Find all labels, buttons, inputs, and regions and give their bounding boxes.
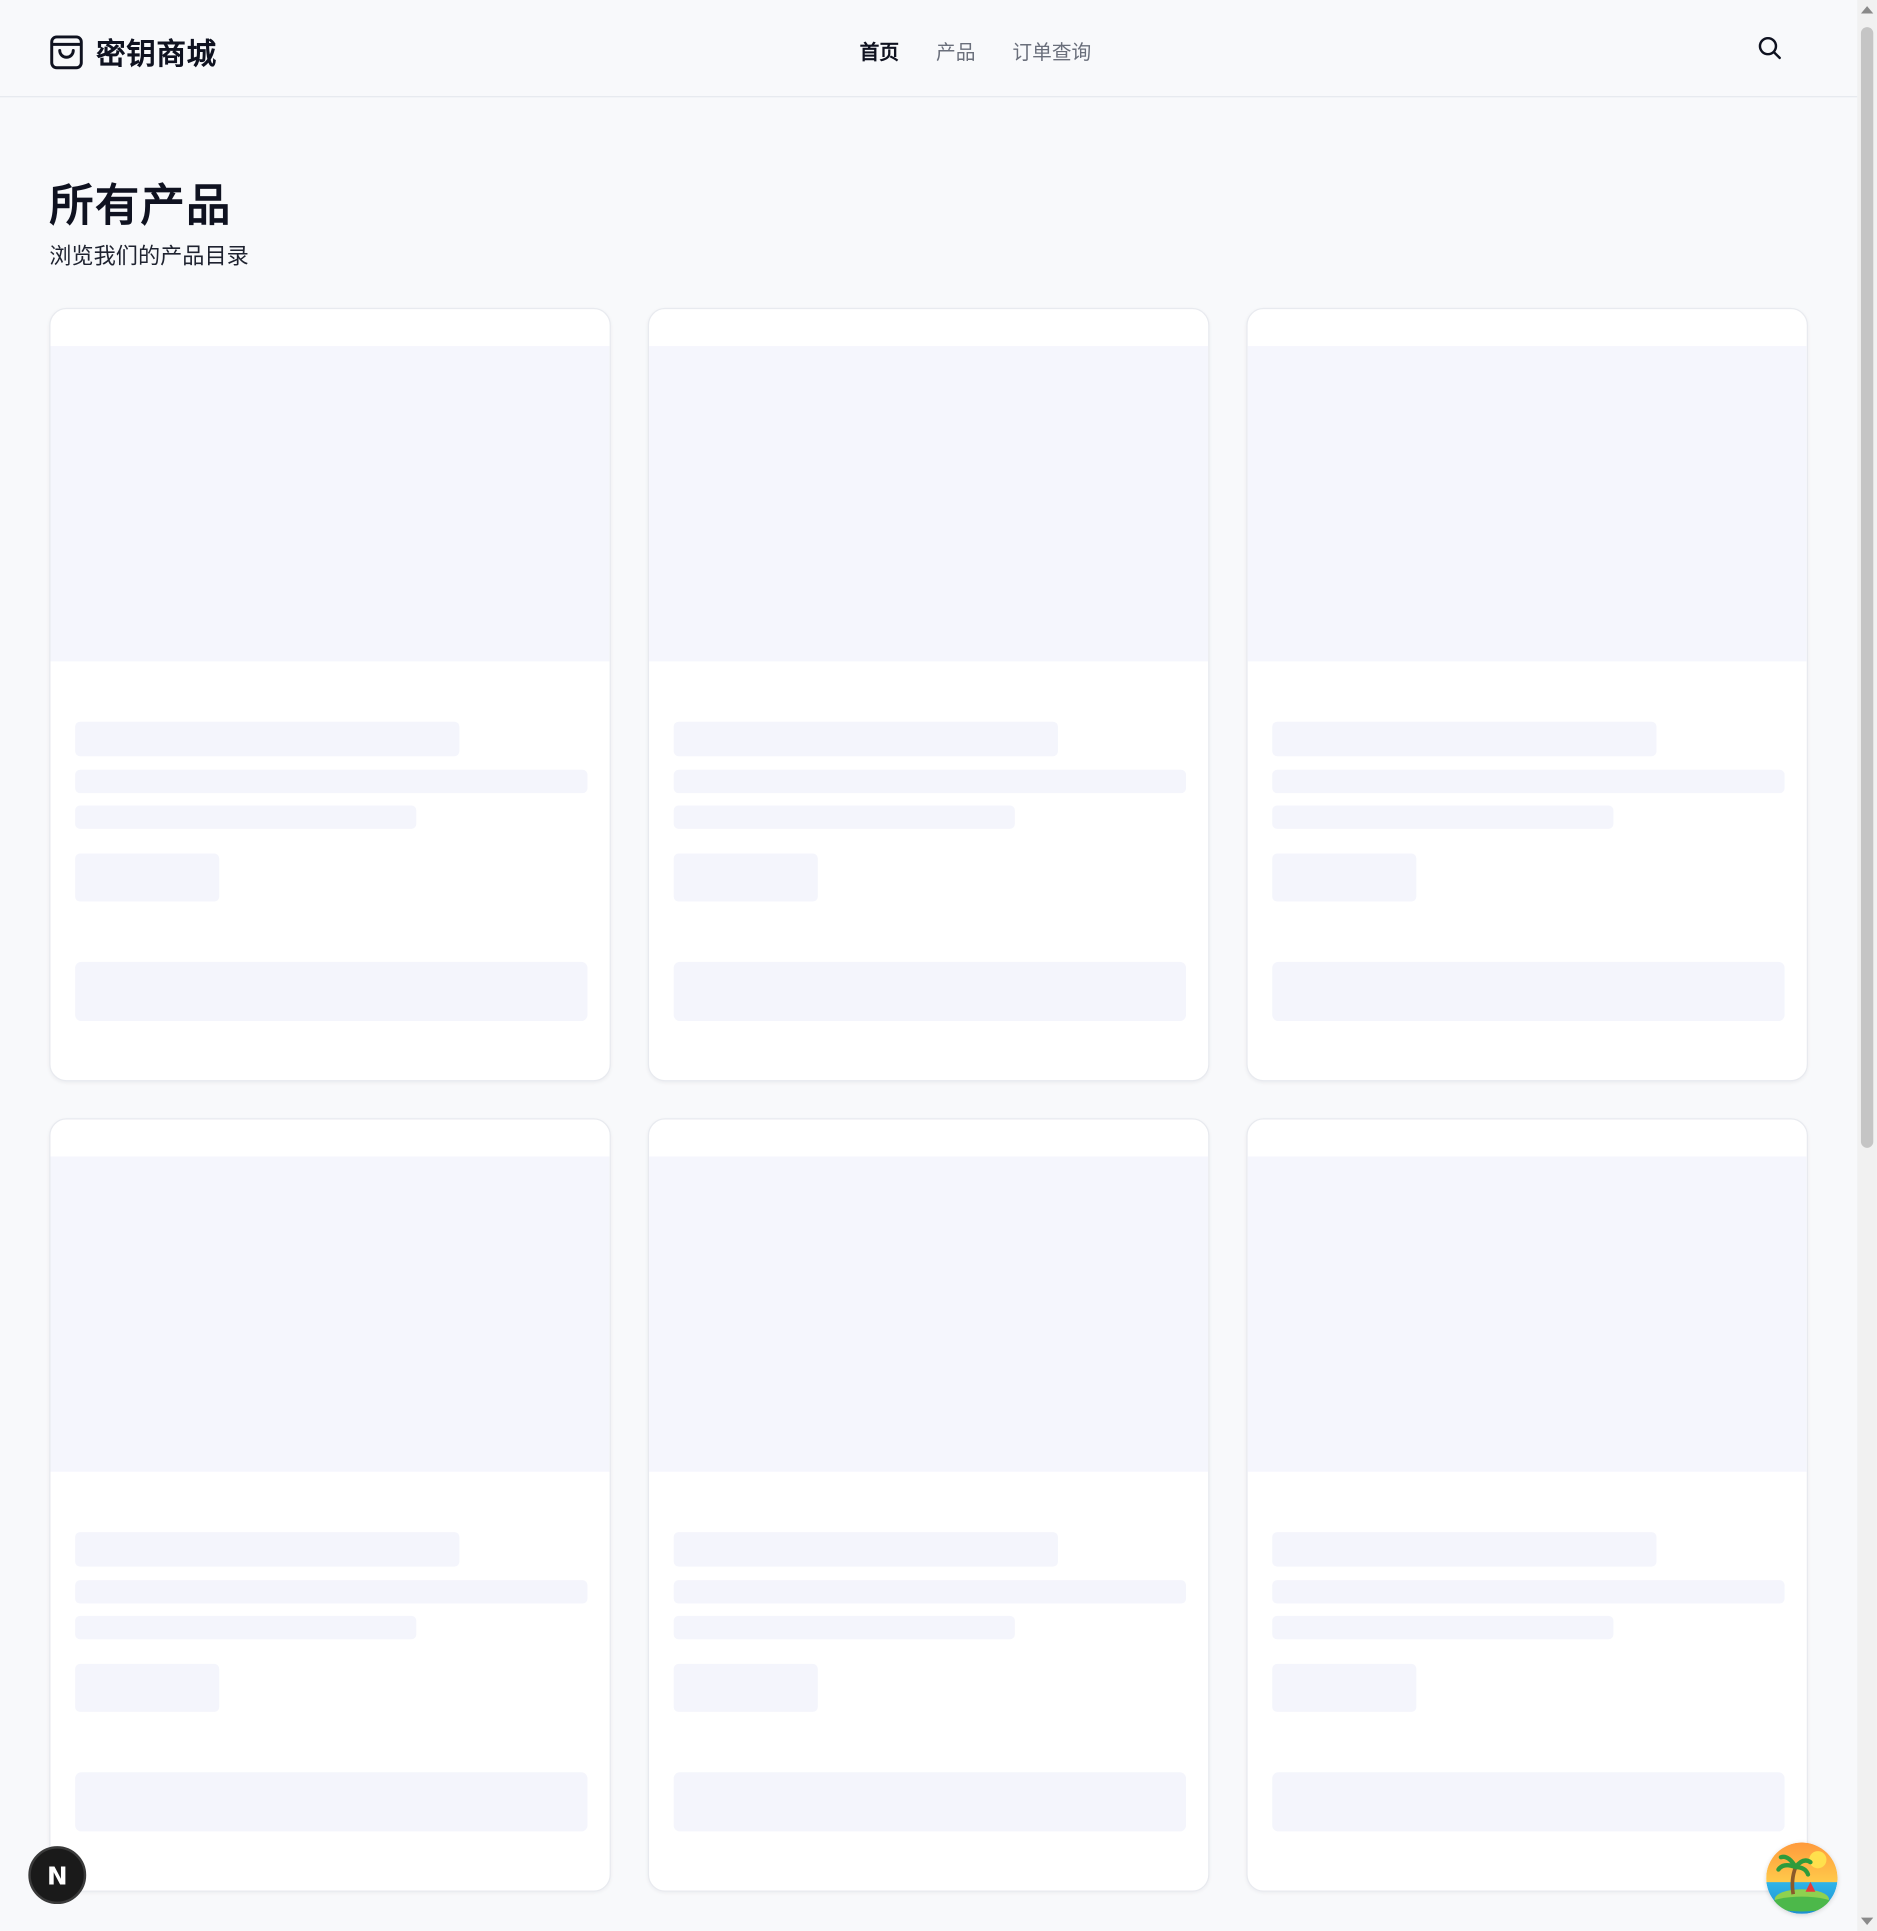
- skeleton-description-line: [673, 1615, 1015, 1640]
- skeleton-image: [1247, 1156, 1807, 1472]
- skeleton-image: [50, 1156, 610, 1472]
- skeleton-description-line: [1272, 805, 1614, 829]
- nav-item-home[interactable]: 首页: [860, 36, 899, 66]
- skeleton-button: [1272, 961, 1785, 1021]
- skeleton-button: [75, 1772, 588, 1832]
- skeleton-price: [673, 853, 818, 902]
- skeleton-title: [673, 1532, 1058, 1567]
- skeleton-description-line: [673, 1580, 1187, 1604]
- main-nav: 首页 产品 订单查询: [860, 36, 1092, 66]
- page-title: 所有产品: [49, 179, 232, 231]
- search-icon: [1758, 36, 1781, 60]
- nav-item-products[interactable]: 产品: [936, 36, 975, 66]
- skeleton-title: [75, 721, 460, 757]
- skeleton-description-line: [75, 1615, 417, 1640]
- skeleton-image: [649, 346, 1209, 662]
- brand-name: 密钥商城: [96, 38, 217, 72]
- vertical-scrollbar[interactable]: [1857, 0, 1877, 1931]
- product-card-skeleton: [647, 307, 1210, 1082]
- skeleton-description-line: [673, 805, 1015, 829]
- skeleton-description-line: [75, 1580, 588, 1604]
- skeleton-price: [1272, 853, 1417, 902]
- skeleton-description-line: [75, 805, 417, 829]
- skeleton-button: [75, 961, 588, 1021]
- scroll-thumb[interactable]: [1860, 27, 1874, 1148]
- skeleton-title: [1272, 721, 1657, 757]
- skeleton-description-line: [1272, 1580, 1785, 1604]
- search-button[interactable]: [1754, 32, 1786, 64]
- site-header: 密钥商城 首页 产品 订单查询: [0, 0, 1858, 98]
- tropical-island-icon[interactable]: [1766, 1842, 1838, 1914]
- skeleton-title: [673, 721, 1058, 757]
- product-grid: [49, 307, 1808, 1892]
- product-card-skeleton: [1246, 1118, 1808, 1892]
- product-card-skeleton: [1246, 307, 1808, 1082]
- product-card-skeleton: [647, 1118, 1210, 1892]
- nav-item-order-lookup[interactable]: 订单查询: [1012, 36, 1091, 66]
- skeleton-button: [1272, 1772, 1785, 1832]
- skeleton-image: [649, 1156, 1209, 1472]
- skeleton-image: [1247, 346, 1807, 662]
- skeleton-description-line: [673, 769, 1187, 794]
- product-card-skeleton: [49, 1118, 611, 1892]
- skeleton-price: [673, 1663, 818, 1712]
- scroll-up-arrow-icon[interactable]: [1860, 6, 1874, 14]
- product-card-skeleton: [49, 307, 611, 1082]
- skeleton-button: [673, 1772, 1187, 1832]
- dev-badge-label: N: [46, 1860, 68, 1890]
- skeleton-description-line: [75, 769, 588, 794]
- skeleton-description-line: [1272, 769, 1785, 794]
- scroll-down-arrow-icon[interactable]: [1860, 1917, 1874, 1925]
- dev-tools-badge[interactable]: N: [28, 1846, 87, 1905]
- skeleton-price: [1272, 1663, 1417, 1712]
- island-illustration: [1766, 1842, 1838, 1914]
- skeleton-title: [75, 1532, 460, 1567]
- viewport: 密钥商城 首页 产品 订单查询 所有产品 浏览我们的产品目录 N: [0, 0, 1877, 1931]
- skeleton-price: [75, 853, 220, 902]
- skeleton-title: [1272, 1532, 1657, 1567]
- skeleton-price: [75, 1663, 220, 1712]
- brand-logo[interactable]: 密钥商城: [49, 30, 216, 73]
- skeleton-image: [50, 346, 610, 662]
- skeleton-button: [673, 961, 1187, 1021]
- page-subtitle: 浏览我们的产品目录: [49, 243, 249, 269]
- shopping-bag-icon: [50, 34, 83, 69]
- skeleton-description-line: [1272, 1615, 1614, 1640]
